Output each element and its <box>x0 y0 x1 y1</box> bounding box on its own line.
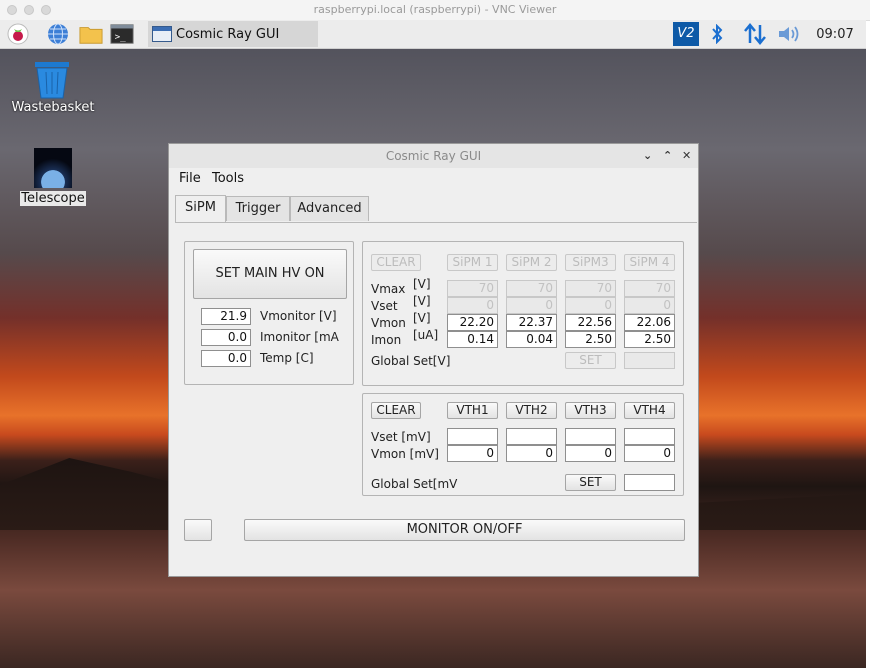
wastebasket-desktop-icon[interactable] <box>30 60 74 100</box>
menu-tools[interactable]: Tools <box>212 171 244 186</box>
vset-mv-label: Vset [mV] <box>371 430 431 444</box>
telescope-label: Telescope <box>20 191 86 206</box>
sipm-panel: CLEAR SiPM 1 SiPM 2 SiPM3 SiPM 4 Vmax [V… <box>362 241 684 386</box>
vth-vmon-field-3[interactable]: 0 <box>565 445 616 462</box>
imon-field-3[interactable]: 2.50 <box>565 331 616 348</box>
vset-field-1[interactable]: 0 <box>447 297 498 314</box>
network-icon[interactable] <box>740 20 770 48</box>
vth1-button[interactable]: VTH1 <box>447 402 498 419</box>
vth-set-button[interactable]: SET <box>565 474 616 491</box>
vmon-field-4[interactable]: 22.06 <box>624 314 675 331</box>
vmonitor-field[interactable]: 21.9 <box>201 308 251 325</box>
vmon-field-2[interactable]: 22.37 <box>506 314 557 331</box>
imonitor-label: Imonitor [mA <box>260 330 339 344</box>
chevron-up-icon[interactable]: ⌃ <box>663 144 672 168</box>
window-icon <box>152 26 172 42</box>
tab-trigger[interactable]: Trigger <box>226 196 290 221</box>
vmax-field-4[interactable]: 70 <box>624 280 675 297</box>
tab-sipm[interactable]: SiPM <box>175 195 226 222</box>
temp-field[interactable]: 0.0 <box>201 350 251 367</box>
wastebasket-label: Wastebasket <box>11 100 95 115</box>
cosmic-ray-gui-window: Cosmic Ray GUI ⌄ ⌃ ✕ File Tools SiPM Tri… <box>168 143 699 577</box>
file-manager-icon[interactable] <box>79 23 103 45</box>
sipm-4-button[interactable]: SiPM 4 <box>624 254 675 271</box>
global-set-v-label: Global Set[V] <box>371 354 451 368</box>
vset-field-4[interactable]: 0 <box>624 297 675 314</box>
vth-vset-field-3[interactable] <box>565 428 616 445</box>
vmon-field-1[interactable]: 22.20 <box>447 314 498 331</box>
vnc-server-icon[interactable]: V2 <box>672 20 700 48</box>
vth2-button[interactable]: VTH2 <box>506 402 557 419</box>
vth3-button[interactable]: VTH3 <box>565 402 616 419</box>
small-square-button[interactable] <box>184 519 212 541</box>
sipm-set-button[interactable]: SET <box>565 352 616 369</box>
vth-vmon-field-4[interactable]: 0 <box>624 445 675 462</box>
svg-text:>_: >_ <box>115 32 127 43</box>
sipm-2-button[interactable]: SiPM 2 <box>506 254 557 271</box>
imon-field-4[interactable]: 2.50 <box>624 331 675 348</box>
menu-file[interactable]: File <box>179 171 201 186</box>
sipm-1-button[interactable]: SiPM 1 <box>447 254 498 271</box>
vth-vset-field-2[interactable] <box>506 428 557 445</box>
set-main-hv-button[interactable]: SET MAIN HV ON <box>193 249 347 299</box>
vth-panel: CLEAR VTH1 VTH2 VTH3 VTH4 Vset [mV] Vmon… <box>362 393 684 496</box>
global-set-mv-label: Global Set[mV <box>371 477 458 491</box>
global-set-mv-field[interactable] <box>624 474 675 491</box>
zoom-window-dot[interactable] <box>41 5 51 15</box>
menubar: File Tools <box>169 168 698 188</box>
imon-field-1[interactable]: 0.14 <box>447 331 498 348</box>
vset-field-2[interactable]: 0 <box>506 297 557 314</box>
vth-vmon-field-2[interactable]: 0 <box>506 445 557 462</box>
bluetooth-icon[interactable] <box>706 20 728 48</box>
vset-label: Vset <box>371 299 398 313</box>
vmax-label: Vmax <box>371 282 406 296</box>
vth-vset-field-1[interactable] <box>447 428 498 445</box>
vmon-field-3[interactable]: 22.56 <box>565 314 616 331</box>
imon-field-2[interactable]: 0.04 <box>506 331 557 348</box>
vset-field-3[interactable]: 0 <box>565 297 616 314</box>
vmax-field-1[interactable]: 70 <box>447 280 498 297</box>
vmax-field-2[interactable]: 70 <box>506 280 557 297</box>
volume-icon[interactable] <box>774 20 804 48</box>
terminal-icon[interactable]: >_ <box>110 23 134 45</box>
imon-unit: [uA] <box>413 328 439 342</box>
vmonitor-label: Vmonitor [V] <box>260 309 337 323</box>
app-title: Cosmic Ray GUI <box>385 149 482 163</box>
vth4-button[interactable]: VTH4 <box>624 402 675 419</box>
imonitor-field[interactable]: 0.0 <box>201 329 251 346</box>
telescope-desktop-icon[interactable] <box>34 148 72 188</box>
tab-advanced[interactable]: Advanced <box>290 196 369 221</box>
vmon-unit: [V] <box>413 311 431 325</box>
taskbar: >_ Cosmic Ray GUI V2 09:07 <box>0 20 866 49</box>
web-browser-icon[interactable] <box>46 23 70 45</box>
sipm-tab-pane: SET MAIN HV ON 21.9 Vmonitor [V] 0.0 Imo… <box>175 222 697 553</box>
vmon-label: Vmon <box>371 316 406 330</box>
temp-label: Temp [C] <box>260 351 314 365</box>
vth-vset-field-4[interactable] <box>624 428 675 445</box>
hv-panel: SET MAIN HV ON 21.9 Vmonitor [V] 0.0 Imo… <box>184 241 354 385</box>
imon-label: Imon <box>371 333 402 347</box>
sipm-clear-button[interactable]: CLEAR <box>371 254 421 271</box>
vth-clear-button[interactable]: CLEAR <box>371 402 421 419</box>
close-icon[interactable]: ✕ <box>682 144 691 168</box>
vset-unit: [V] <box>413 294 431 308</box>
taskbar-cosmic-ray-gui[interactable]: Cosmic Ray GUI <box>148 21 318 47</box>
app-titlebar: Cosmic Ray GUI ⌄ ⌃ ✕ <box>169 144 698 168</box>
vnc-titlebar: raspberrypi.local (raspberrypi) - VNC Vi… <box>0 0 870 21</box>
raspberry-menu-icon[interactable] <box>6 23 30 45</box>
clock[interactable]: 09:07 <box>812 20 858 48</box>
vnc-title-text: raspberrypi.local (raspberrypi) - VNC Vi… <box>313 3 557 16</box>
global-set-v-field[interactable] <box>624 352 675 369</box>
close-window-dot[interactable] <box>7 5 17 15</box>
sipm-3-button[interactable]: SiPM3 <box>565 254 616 271</box>
monitor-on-off-button[interactable]: MONITOR ON/OFF <box>244 519 685 541</box>
vmax-unit: [V] <box>413 277 431 291</box>
vmon-mv-label: Vmon [mV] <box>371 447 439 461</box>
vmax-field-3[interactable]: 70 <box>565 280 616 297</box>
minimize-window-dot[interactable] <box>24 5 34 15</box>
chevron-down-icon[interactable]: ⌄ <box>643 144 652 168</box>
vth-vmon-field-1[interactable]: 0 <box>447 445 498 462</box>
